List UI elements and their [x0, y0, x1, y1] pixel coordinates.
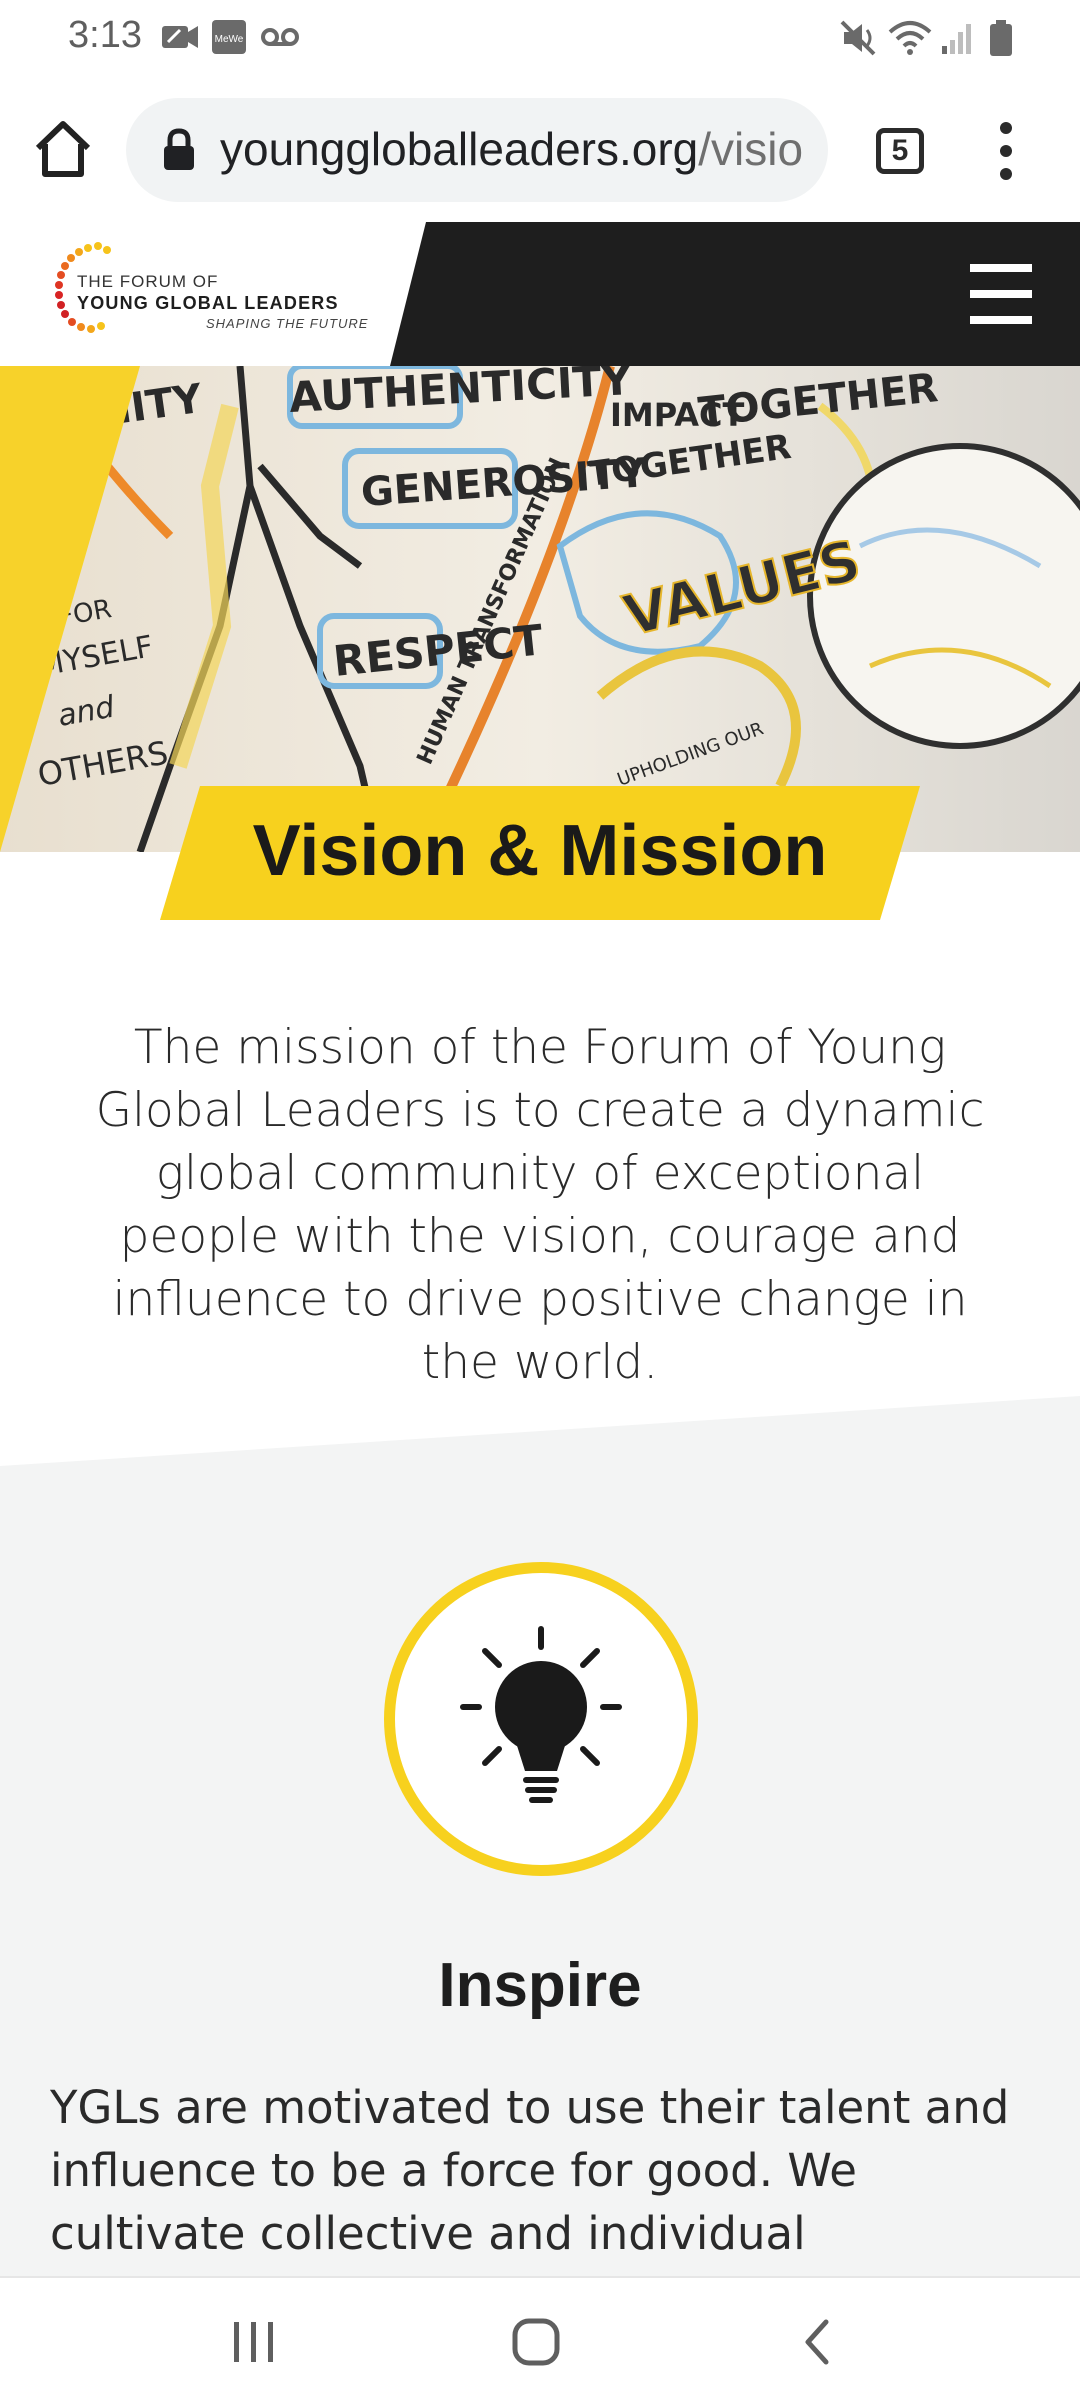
- address-bar[interactable]: younggloballeaders.org/visio: [126, 98, 828, 202]
- site-header: THE FORUM OF YOUNG GLOBAL LEADERS SHAPIN…: [0, 222, 1080, 366]
- tab-switcher-button[interactable]: 5: [876, 128, 924, 174]
- hero-image: AUTHENTICITY GENEROSITY RESPECT IMPACT T…: [0, 366, 1080, 852]
- logo-line-2: YOUNG GLOBAL LEADERS: [77, 293, 339, 313]
- lightbulb-icon: [460, 1626, 622, 1803]
- site-logo[interactable]: THE FORUM OF YOUNG GLOBAL LEADERS SHAPIN…: [44, 234, 367, 358]
- mural-illustration: AUTHENTICITY GENEROSITY RESPECT IMPACT T…: [0, 366, 1080, 852]
- browser-toolbar: younggloballeaders.org/visio 5: [0, 76, 1080, 222]
- mission-statement: The mission of the Forum of Young Global…: [95, 1020, 985, 1390]
- status-time: 3:13: [68, 14, 142, 56]
- inspire-icon-circle: [384, 1562, 698, 1876]
- recent-apps-icon[interactable]: [226, 2314, 282, 2370]
- more-menu-icon[interactable]: [990, 120, 1022, 182]
- url-text[interactable]: younggloballeaders.org/visio: [220, 122, 803, 176]
- inspire-title: Inspire: [438, 1951, 642, 2020]
- lock-icon: [164, 128, 194, 170]
- url-host: younggloballeaders.org: [220, 123, 699, 175]
- inspire-body: YGLs are motivated to use their talent a…: [50, 2081, 1010, 2260]
- home-icon[interactable]: [30, 116, 96, 182]
- system-nav-bar: [0, 2276, 1080, 2400]
- back-icon[interactable]: [790, 2314, 846, 2370]
- hamburger-menu-icon[interactable]: [970, 264, 1032, 324]
- svg-text:MeWe: MeWe: [215, 34, 244, 45]
- status-bar: 3:13 MeWe: [0, 0, 1080, 76]
- mute-icon: [840, 20, 876, 56]
- home-nav-icon[interactable]: [508, 2314, 564, 2370]
- voicemail-icon: [261, 28, 299, 46]
- battery-icon: [990, 20, 1012, 56]
- url-path: /visio: [698, 123, 804, 175]
- signal-icon: [942, 24, 971, 54]
- page-title: Vision & Mission: [252, 811, 828, 891]
- logo-tagline: SHAPING THE FUTURE: [206, 316, 369, 331]
- logo-line-1: THE FORUM OF: [77, 272, 219, 291]
- video-call-icon: [162, 26, 198, 48]
- wifi-icon: [888, 21, 932, 55]
- mewe-icon: MeWe: [212, 20, 246, 54]
